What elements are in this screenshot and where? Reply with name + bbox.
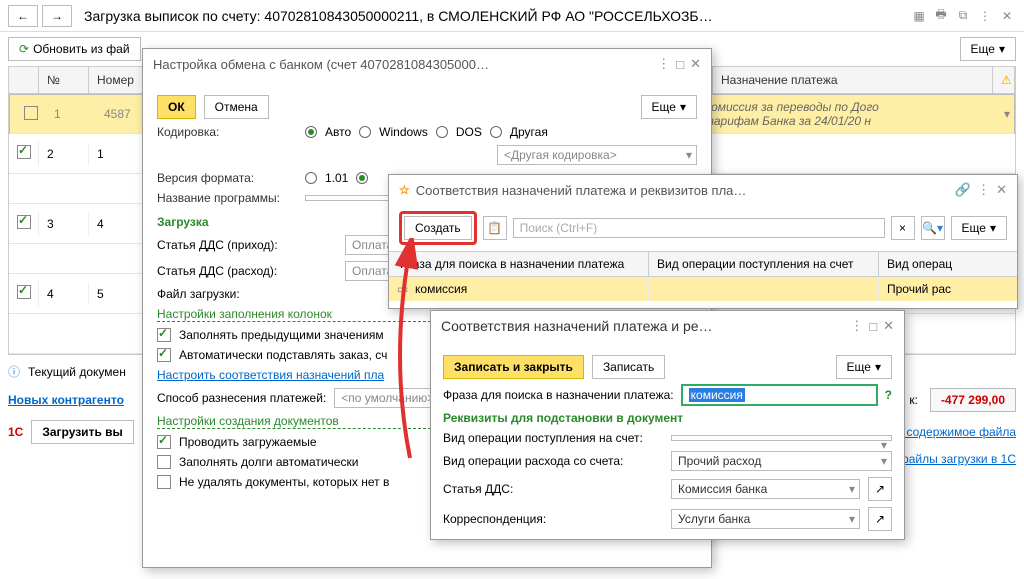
col-purpose: Назначение платежа [713,67,993,93]
copy-icon[interactable]: ⧉ [954,7,972,25]
refresh-button[interactable]: ⟳Обновить из фай [8,37,141,61]
close-icon[interactable]: ✕ [883,318,894,334]
more-icon[interactable]: ⋮ [976,7,994,25]
maximize-icon[interactable]: □ [869,319,877,334]
help-icon[interactable]: ? [885,388,892,402]
load-button[interactable]: Загрузить вы [31,420,133,444]
ok-button[interactable]: ОК [157,95,196,119]
fill-prev-check[interactable] [157,328,171,342]
warning-icon: ⚠ [1001,73,1012,87]
create-button[interactable]: Создать [404,216,472,240]
maximize-icon[interactable]: □ [676,57,684,72]
save-button[interactable]: Записать [592,355,665,379]
star-icon[interactable]: ☆ [399,183,410,197]
encoding-select[interactable]: <Другая кодировка> [497,145,697,165]
corr-select[interactable]: Услуги банка [671,509,860,529]
process-check[interactable] [157,435,171,449]
radio-windows[interactable] [359,126,371,138]
col-num: № [39,67,89,93]
search-input[interactable]: Поиск (Ctrl+F) [513,218,885,238]
more-icon[interactable]: ⋮ [977,182,990,198]
copy-button[interactable]: 📋 [483,216,507,240]
print-icon[interactable]: 🖶 [932,7,950,25]
mappings-list-window: ☆ Соответствия назначений платежа и рекв… [388,174,1018,309]
row-checkbox[interactable] [17,145,31,159]
save-close-button[interactable]: Записать и закрыть [443,355,584,379]
more-button[interactable]: Еще ▾ [836,355,892,379]
radio-auto[interactable] [305,126,317,138]
open-icon[interactable]: ↗ [868,477,892,501]
sum-value: -477 299,00 [930,388,1016,412]
row-checkbox[interactable] [17,285,31,299]
auto-sub-check[interactable] [157,348,171,362]
configure-link[interactable]: Настроить соответствия назначений пла [157,368,384,382]
win1-title: Настройка обмена с банком (счет 40702810… [153,57,651,72]
create-highlight: Создать [399,211,477,245]
win3-title: Соответствия назначений платежа и ре… [441,318,844,334]
radio-v101[interactable] [305,172,317,184]
mapping-edit-window: Соответствия назначений платежа и ре… ⋮ … [430,310,905,540]
row-checkbox[interactable] [24,106,38,120]
content-link[interactable]: о содержимое файла [897,425,1017,439]
win2-title: Соответствия назначений платежа и реквиз… [416,183,949,198]
col-check [9,67,39,93]
close-icon[interactable]: ✕ [690,56,701,72]
cancel-button[interactable]: Отмена [204,95,269,119]
open-icon[interactable]: ↗ [868,507,892,531]
radio-dos[interactable] [436,126,448,138]
clear-search-button[interactable]: × [891,216,915,240]
op-in-select[interactable] [671,435,892,441]
back-button[interactable]: ← [8,5,38,27]
more-button[interactable]: Еще ▾ [641,95,697,119]
debts-check[interactable] [157,455,171,469]
title-bar: ← → Загрузка выписок по счету: 407028108… [0,0,1024,32]
col-nmr: Номер [89,67,149,93]
link-icon[interactable]: 🔗 [955,182,971,198]
more-icon[interactable]: ⋮ [850,318,863,334]
more-button[interactable]: Еще ▾ [951,216,1007,240]
mapping-row[interactable]: ▭ комиссия Прочий рас [389,277,1017,301]
radio-other[interactable] [490,126,502,138]
close-icon[interactable]: ✕ [996,182,1007,198]
info-icon: ⓘ [8,363,20,380]
window-title: Загрузка выписок по счету: 4070281084305… [76,8,906,24]
close-icon[interactable]: ✕ [998,7,1016,25]
1c-icon: 1С [8,425,23,439]
forward-button[interactable]: → [42,5,72,27]
more-button[interactable]: Еще ▾ [960,37,1016,61]
calendar-icon[interactable]: ▦ [910,7,928,25]
phrase-input[interactable]: комиссия [682,385,877,405]
dds-select[interactable]: Комиссия банка [671,479,860,499]
new-counterparties-link[interactable]: Новых контрагенто [8,393,124,407]
search-button[interactable]: 🔍▾ [921,216,945,240]
row-checkbox[interactable] [17,215,31,229]
more-icon[interactable]: ⋮ [657,56,670,72]
radio-v-other[interactable] [356,172,368,184]
op-out-select[interactable]: Прочий расход [671,451,892,471]
nodel-check[interactable] [157,475,171,489]
files-link[interactable]: файлы загрузки в 1С [899,452,1016,466]
